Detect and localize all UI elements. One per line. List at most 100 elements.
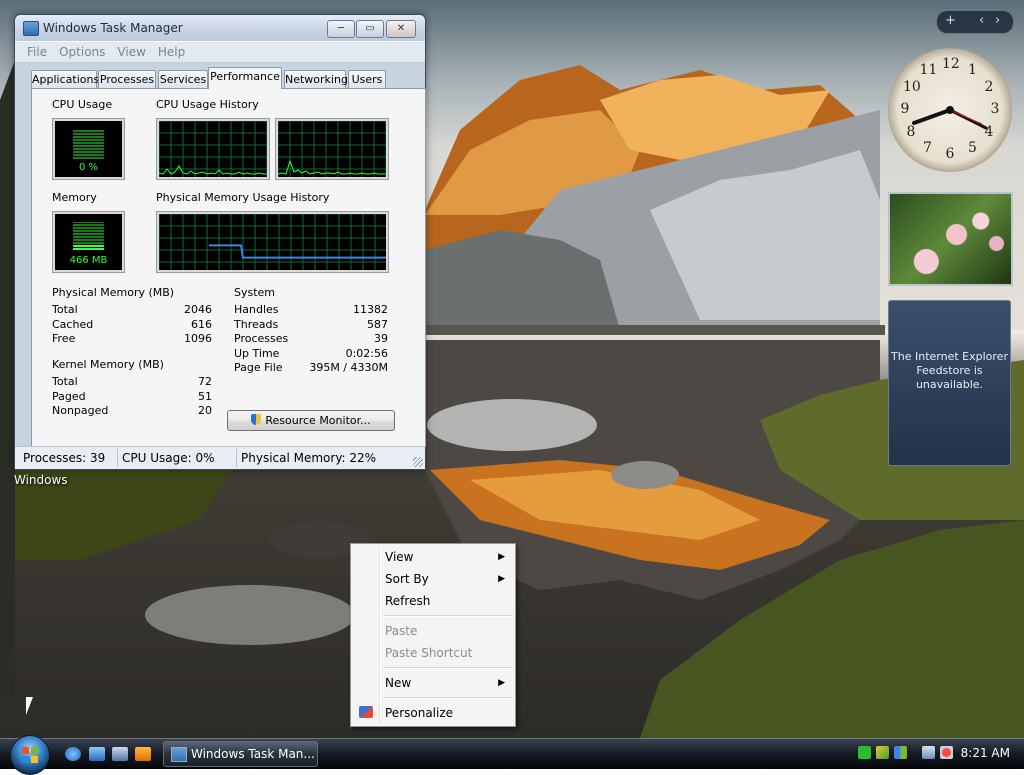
physical-memory-row: Cached 616 xyxy=(52,318,212,331)
sidebar-next-button[interactable]: › xyxy=(995,13,1000,28)
mouse-pointer-icon xyxy=(26,697,33,715)
security-center-icon[interactable] xyxy=(876,746,889,759)
resource-monitor-label: Resource Monitor... xyxy=(265,414,371,427)
clock-numeral: 4 xyxy=(984,123,994,140)
submenu-arrow-icon: ▶ xyxy=(498,552,505,562)
feed-headlines-gadget[interactable]: The Internet Explorer Feedstore is unava… xyxy=(888,300,1011,466)
cpu-usage-value: 0 % xyxy=(78,162,99,173)
physical-memory-row: Free 1096 xyxy=(52,332,212,345)
system-row: Threads 587 xyxy=(234,318,388,331)
notification-area: 8:21 AM xyxy=(852,741,1024,767)
physical-memory-row: Total 2046 xyxy=(52,303,212,316)
resource-monitor-button[interactable]: Resource Monitor... xyxy=(227,410,395,431)
slideshow-gadget[interactable] xyxy=(888,192,1013,286)
task-manager-icon xyxy=(171,747,187,762)
start-button[interactable] xyxy=(10,735,50,775)
status-bar: Processes: 39 CPU Usage: 0% Physical Mem… xyxy=(15,446,425,469)
maximize-button[interactable]: ▭ xyxy=(356,20,384,38)
menu-item-sort-by[interactable]: Sort By ▶ xyxy=(353,569,513,589)
memory-label: Memory xyxy=(52,191,97,204)
cpu-meter-bars xyxy=(73,129,104,159)
system-row: Page File 395M / 4330M xyxy=(234,361,388,374)
taskbar: Windows Task Man... 8:21 AM xyxy=(0,735,1024,775)
physical-memory-group: Physical Memory (MB) Total 2046 Cached 616… xyxy=(50,286,212,354)
menu-item-personalize[interactable]: Personalize xyxy=(353,703,513,723)
title-bar[interactable]: Windows Task Manager ─ ▭ ✕ xyxy=(15,15,425,41)
tab-networking[interactable]: Networking xyxy=(284,70,348,88)
menu-view[interactable]: View xyxy=(111,42,151,59)
clock-numeral: 2 xyxy=(984,78,994,95)
desktop-context-menu: View ▶ Sort By ▶ Refresh Paste Paste Short… xyxy=(350,543,516,727)
memory-meter-bars xyxy=(73,222,104,244)
switch-windows-icon[interactable] xyxy=(112,747,128,761)
personalize-icon xyxy=(359,706,373,718)
physical-memory-history-graph xyxy=(156,211,389,273)
clock-numeral: 3 xyxy=(990,101,1000,117)
tab-services[interactable]: Services xyxy=(158,70,208,88)
desktop-icon-label[interactable]: Windows xyxy=(14,473,68,487)
menu-item-new[interactable]: New ▶ xyxy=(353,673,513,693)
kernel-memory-row: Total 72 xyxy=(52,375,212,388)
menu-file[interactable]: File xyxy=(15,42,53,59)
task-manager-window[interactable]: Windows Task Manager ─ ▭ ✕ File Options Vi… xyxy=(14,14,426,470)
internet-explorer-icon[interactable] xyxy=(65,747,81,761)
menu-item-paste[interactable]: Paste xyxy=(353,621,513,641)
kernel-memory-row: Nonpaged 20 xyxy=(52,404,212,417)
menu-item-refresh[interactable]: Refresh xyxy=(353,591,513,611)
media-player-icon[interactable] xyxy=(135,747,151,761)
system-row: Handles 11382 xyxy=(234,303,388,316)
physical-memory-title: Physical Memory (MB) xyxy=(50,286,177,299)
submenu-arrow-icon: ▶ xyxy=(498,678,505,688)
resize-grip-icon[interactable] xyxy=(413,457,423,467)
memory-value: 466 MB xyxy=(69,255,108,266)
clock-gadget[interactable]: 12 1 2 3 4 5 6 7 8 9 10 11 xyxy=(888,48,1012,172)
cpu-history-line xyxy=(159,165,267,175)
clock-numeral: 11 xyxy=(919,62,938,79)
cpu-usage-meter: 0 % xyxy=(52,118,125,180)
tab-users[interactable]: Users xyxy=(348,70,386,88)
menu-item-paste-shortcut[interactable]: Paste Shortcut xyxy=(353,643,513,663)
close-button[interactable]: ✕ xyxy=(386,20,416,38)
cpu-history-label: CPU Usage History xyxy=(156,98,259,111)
cpu-history-line xyxy=(278,159,386,175)
network-icon[interactable] xyxy=(922,746,935,759)
taskbar-clock[interactable]: 8:21 AM xyxy=(961,746,1010,760)
shield-icon xyxy=(251,414,262,425)
tab-performance[interactable]: Performance xyxy=(208,67,282,89)
window-title: Windows Task Manager xyxy=(43,21,183,35)
windows-flag-tray-icon[interactable] xyxy=(894,746,907,759)
feed-unavailable-message: The Internet Explorer Feedstore is unava… xyxy=(891,350,1008,391)
kernel-memory-group: Kernel Memory (MB) Total 72 Paged 51 Nonpa… xyxy=(50,358,212,428)
submenu-arrow-icon: ▶ xyxy=(498,574,505,584)
taskbar-task-label: Windows Task Man... xyxy=(191,747,315,761)
volume-muted-icon[interactable] xyxy=(940,746,953,759)
sidebar-add-gadget-button[interactable]: + xyxy=(945,13,956,28)
menu-separator xyxy=(383,667,513,669)
clock-numeral: 12 xyxy=(942,56,960,72)
system-title: System xyxy=(232,286,278,299)
task-manager-icon xyxy=(23,21,39,36)
clock-numeral: 6 xyxy=(945,146,955,162)
taskbar-task-manager-button[interactable]: Windows Task Man... xyxy=(163,741,318,767)
clock-numeral: 7 xyxy=(923,139,932,156)
clock-numeral: 8 xyxy=(906,123,916,140)
tab-processes[interactable]: Processes xyxy=(98,70,156,88)
clock-numeral: 5 xyxy=(968,139,977,156)
task-manager-tray-icon[interactable] xyxy=(858,746,871,759)
system-row: Processes 39 xyxy=(234,332,388,345)
menu-separator xyxy=(383,697,513,699)
tab-applications[interactable]: Applications xyxy=(31,70,99,88)
status-cpu-usage: CPU Usage: 0% xyxy=(122,451,215,465)
minimize-button[interactable]: ─ xyxy=(327,20,355,38)
menu-options[interactable]: Options xyxy=(53,42,111,59)
status-processes: Processes: 39 xyxy=(23,451,106,465)
system-group: System Handles 11382 Threads 587 Processes… xyxy=(232,286,388,386)
menu-help[interactable]: Help xyxy=(152,42,191,59)
memory-meter: 466 MB xyxy=(52,211,125,273)
clock-numeral: 9 xyxy=(900,101,910,117)
show-desktop-icon[interactable] xyxy=(89,747,105,761)
physical-memory-history-label: Physical Memory Usage History xyxy=(156,191,330,204)
cpu-history-graph-core1 xyxy=(156,118,270,180)
menu-item-view[interactable]: View ▶ xyxy=(353,547,513,567)
sidebar-prev-button[interactable]: ‹ xyxy=(979,13,984,28)
